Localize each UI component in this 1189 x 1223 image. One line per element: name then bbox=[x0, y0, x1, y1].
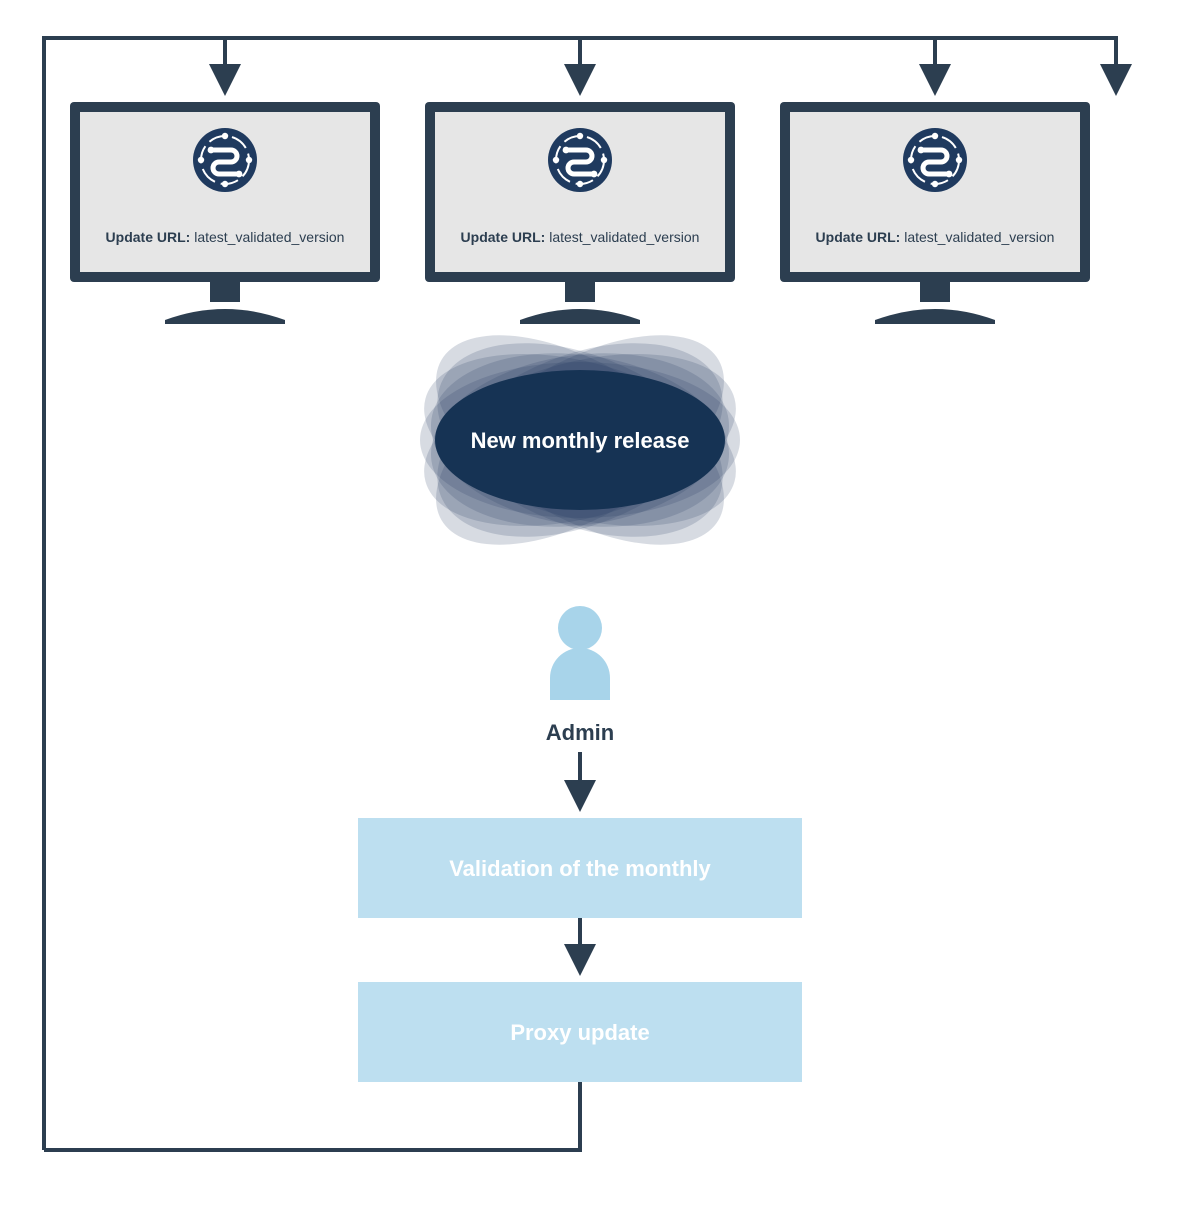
proxy-box-label: Proxy update bbox=[510, 1020, 649, 1045]
svg-text:Update URL: latest_validated_v: Update URL: latest_validated_version bbox=[461, 229, 700, 245]
monitor-1-label-prefix: Update URL: bbox=[106, 229, 195, 245]
monitor-3-label-value: latest_validated_version bbox=[904, 229, 1054, 245]
monitor-3-label-prefix: Update URL: bbox=[816, 229, 905, 245]
svg-text:Update URL: latest_validated_v: Update URL: latest_validated_version bbox=[106, 229, 345, 245]
monitor-1-label-value: latest_validated_version bbox=[194, 229, 344, 245]
validation-box: Validation of the monthly bbox=[358, 818, 802, 918]
svg-text:Update URL: latest_validated_v: Update URL: latest_validated_version bbox=[816, 229, 1055, 245]
validation-box-label: Validation of the monthly bbox=[449, 856, 711, 881]
release-cloud-label: New monthly release bbox=[471, 428, 690, 453]
proxy-to-bus bbox=[44, 1082, 580, 1150]
monitor-3: Update URL: latest_validated_version bbox=[780, 102, 1090, 324]
admin-label: Admin bbox=[546, 720, 614, 745]
release-cloud: New monthly release bbox=[402, 292, 757, 587]
diagram-canvas: Update URL: latest_validated_version Upd… bbox=[0, 0, 1189, 1223]
monitor-2: Update URL: latest_validated_version bbox=[425, 102, 735, 324]
monitor-2-label-prefix: Update URL: bbox=[461, 229, 550, 245]
monitor-2-label-value: latest_validated_version bbox=[549, 229, 699, 245]
admin-icon bbox=[550, 606, 610, 700]
proxy-box: Proxy update bbox=[358, 982, 802, 1082]
monitor-1: Update URL: latest_validated_version bbox=[70, 102, 380, 324]
